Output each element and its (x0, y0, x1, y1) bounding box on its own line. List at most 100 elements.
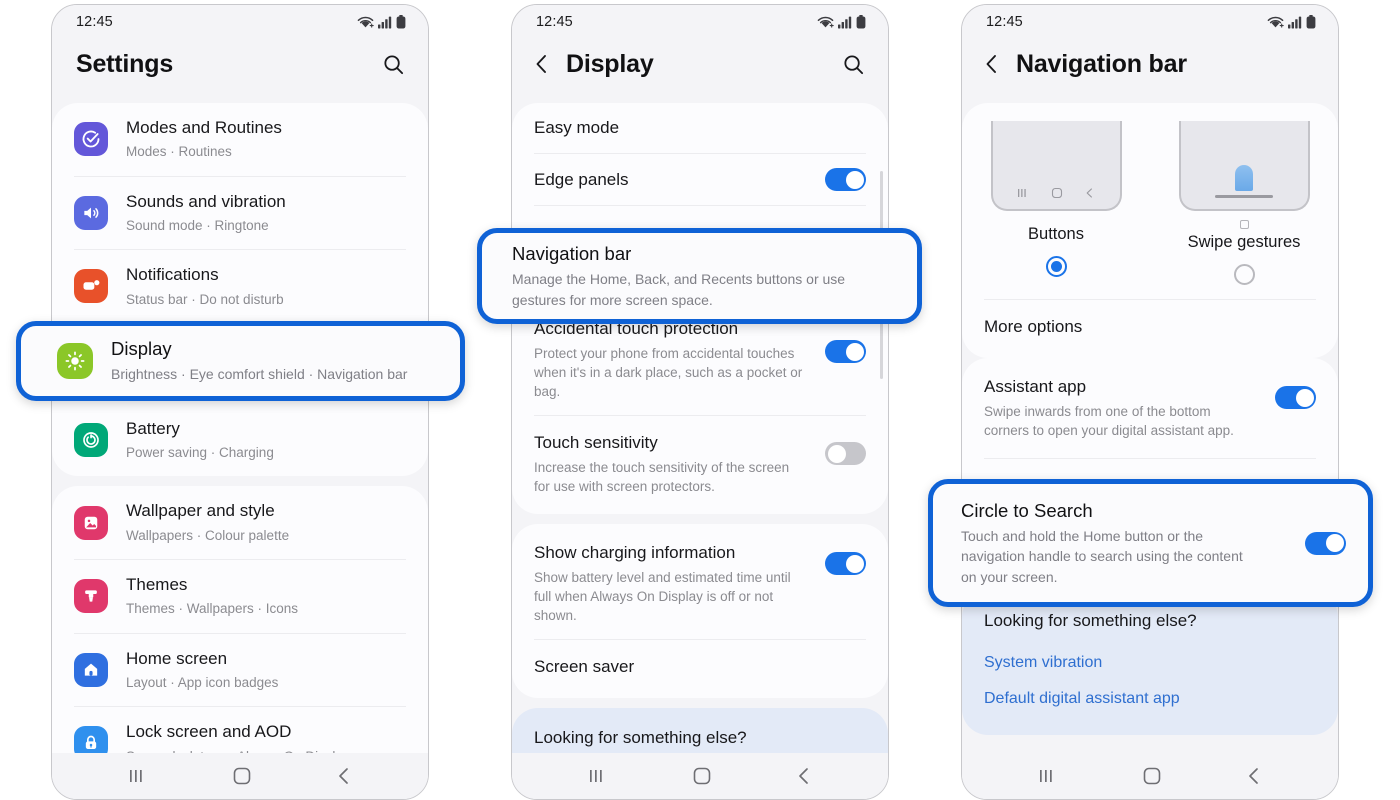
home-icon[interactable] (692, 766, 712, 786)
search-icon[interactable] (378, 49, 408, 79)
phone-1-settings: 12:45 Settings Modes and Routines Modes … (51, 4, 429, 800)
toggle-knob (827, 444, 846, 463)
divider (534, 205, 866, 207)
settings-title-bar: Settings (52, 39, 428, 103)
settings-group-2: Wallpaper and style Wallpapers · Colour … (52, 486, 428, 753)
touch-sensitivity-toggle[interactable] (825, 442, 866, 466)
settings-item-wallpaper-and-style[interactable]: Wallpaper and style Wallpapers · Colour … (52, 486, 428, 559)
settings-item-notifications[interactable]: Notifications Status bar · Do not distur… (52, 250, 428, 323)
recents-icon[interactable] (127, 767, 149, 785)
highlight-navbar-subtitle: Manage the Home, Back, and Recents butto… (512, 271, 846, 308)
recents-icon[interactable] (587, 767, 609, 785)
home-icon[interactable] (1142, 766, 1162, 786)
toggle-knob (1325, 534, 1344, 552)
back-icon[interactable] (335, 766, 353, 786)
recents-icon[interactable] (1037, 767, 1059, 785)
link-default-digital-assistant-app[interactable]: Default digital assistant app (984, 681, 1316, 717)
status-bar-time: 12:45 (536, 14, 573, 30)
highlight-navbar-title: Navigation bar (512, 243, 632, 265)
display-item-touch-sensitivity[interactable]: Touch sensitivity Increase the touch sen… (512, 416, 888, 514)
display-item-title: Screen saver (534, 657, 635, 676)
display-item-title: Touch sensitivity (534, 433, 658, 453)
swipe-gestures-radio-wrap[interactable] (1233, 264, 1255, 285)
settings-item-subtitle: Power saving · Charging (126, 445, 274, 461)
highlight-circle-to-search-setting[interactable]: Circle to Search Touch and hold the Home… (928, 479, 1373, 607)
navigation-choice-swipe-gestures[interactable]: Swipe gestures (1150, 103, 1338, 285)
settings-item-battery[interactable]: Battery Power saving · Charging (52, 404, 428, 477)
settings-item-lock-screen-and-aod[interactable]: Lock screen and AOD Screen lock type · A… (52, 707, 428, 753)
navigation-bar-title-bar: Navigation bar (962, 39, 1338, 103)
settings-item-sounds-and-vibration[interactable]: Sounds and vibration Sound mode · Ringto… (52, 177, 428, 250)
navigation-choice-buttons[interactable]: Buttons (962, 103, 1150, 285)
display-item-title: Easy mode (534, 118, 620, 137)
search-icon[interactable] (838, 49, 868, 79)
display-item-texts: Screen saver (534, 656, 866, 678)
status-bar: 12:45 (962, 5, 1338, 39)
status-bar: 12:45 (512, 5, 888, 39)
settings-item-themes[interactable]: Themes Themes · Wallpapers · Icons (52, 560, 428, 633)
display-item-show-charging-information[interactable]: Show charging information Show battery l… (512, 524, 888, 639)
accidental-touch-protection-toggle[interactable] (825, 340, 866, 364)
system-navigation-bar[interactable] (962, 753, 1338, 799)
back-icon[interactable] (795, 766, 813, 786)
highlight-display-subtitle: Brightness · Eye comfort shield · Naviga… (111, 366, 408, 383)
settings-item-subtitle: Status bar · Do not disturb (126, 291, 284, 307)
back-chevron-icon[interactable] (528, 49, 554, 79)
system-navigation-bar[interactable] (512, 753, 888, 799)
buttons-preview-wrap (990, 103, 1122, 211)
highlight-navigation-bar-setting[interactable]: Navigation bar Manage the Home, Back, an… (477, 228, 922, 324)
link-system-vibration[interactable]: System vibration (984, 645, 1316, 681)
gestures-preview-dot (1239, 220, 1249, 229)
navigation-item-more-options[interactable]: More options (962, 300, 1338, 358)
navigation-item-assistant-app[interactable]: Assistant app Swipe inwards from one of … (962, 358, 1338, 458)
settings-item-texts: Themes Themes · Wallpapers · Icons (126, 574, 406, 619)
display-item-texts: Edge panels (534, 169, 807, 191)
toggle-knob (845, 170, 864, 189)
gestures-preview (1178, 121, 1310, 229)
assistant-app-texts: Assistant app Swipe inwards from one of … (984, 376, 1257, 440)
gestures-preview-frame (1178, 121, 1310, 211)
buttons-radio-wrap[interactable] (1045, 256, 1067, 277)
circle-to-search-toggle[interactable] (1305, 531, 1346, 555)
looking-for-something-else-title: Looking for something else? (534, 728, 747, 748)
display-settings-list[interactable]: Easy mode Edge panels Navigati (512, 103, 888, 753)
settings-item-modes-and-routines[interactable]: Modes and Routines Modes · Routines (52, 103, 428, 176)
themes-icon (74, 579, 108, 614)
display-title-bar: Display (512, 39, 888, 103)
lock-icon (74, 726, 108, 753)
home-icon[interactable] (232, 766, 252, 786)
display-item-screen-saver[interactable]: Screen saver (512, 640, 888, 698)
swipe-gestures-radio[interactable] (1233, 264, 1255, 285)
modes-routines-icon (74, 122, 108, 157)
settings-item-subtitle: Themes · Wallpapers · Icons (126, 601, 299, 617)
settings-list[interactable]: Modes and Routines Modes · Routines Soun… (52, 103, 428, 753)
system-navigation-bar[interactable] (52, 753, 428, 799)
buttons-radio[interactable] (1045, 256, 1067, 277)
edge-panels-toggle[interactable] (825, 168, 866, 192)
page-title: Settings (76, 49, 174, 78)
status-bar: 12:45 (52, 5, 428, 39)
highlight-display-setting[interactable]: Display Brightness · Eye comfort shield … (16, 321, 465, 401)
assistant-app-toggle[interactable] (1275, 386, 1316, 410)
buttons-preview (990, 121, 1122, 211)
preview-recents-icon (1018, 188, 1026, 197)
show-charging-information-toggle[interactable] (825, 552, 866, 576)
toggle-knob (1295, 388, 1314, 407)
display-item-edge-panels[interactable]: Edge panels (512, 154, 888, 205)
buttons-preview-frame (990, 121, 1122, 211)
back-icon[interactable] (1245, 766, 1263, 786)
looking-for-something-else-section: Looking for something else? Side button (512, 708, 888, 753)
status-bar-icons (817, 15, 866, 29)
settings-item-home-screen[interactable]: Home screen Layout · App icon badges (52, 634, 428, 707)
navigation-choice-label: Swipe gestures (1187, 233, 1301, 251)
status-bar-time: 12:45 (76, 14, 113, 30)
status-bar-icons (1267, 15, 1316, 29)
settings-item-title: Themes (126, 574, 188, 594)
back-chevron-icon[interactable] (978, 49, 1004, 79)
display-item-subtitle: Protect your phone from accidental touch… (534, 345, 803, 400)
more-options-texts: More options (984, 316, 1316, 338)
display-item-easy-mode[interactable]: Easy mode (512, 103, 888, 153)
display-item-subtitle: Increase the touch sensitivity of the sc… (534, 459, 790, 494)
navigation-bar-list[interactable]: Buttons Swipe gestures More options Assi… (962, 103, 1338, 753)
settings-item-subtitle: Layout · App icon badges (126, 675, 279, 690)
